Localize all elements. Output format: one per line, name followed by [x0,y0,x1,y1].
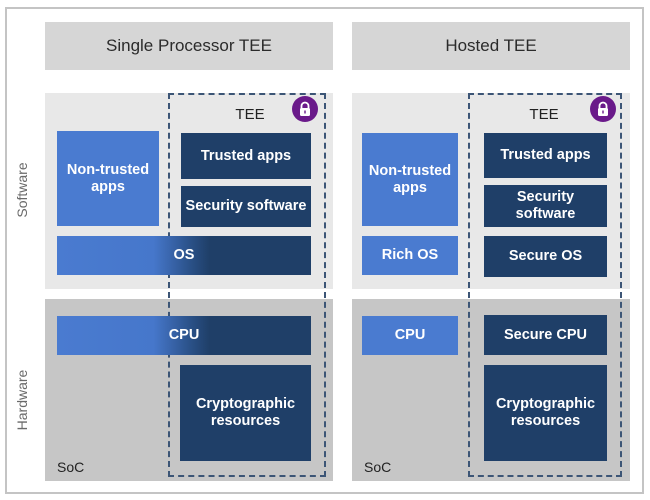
right-non-trusted-apps: Non-trusted apps [362,133,458,226]
left-non-trusted-apps: Non-trusted apps [57,131,159,226]
single-processor-tee-header: Single Processor TEE [45,22,333,70]
left-cpu: CPU [57,316,311,355]
lock-icon [292,96,318,122]
hosted-tee-header: Hosted TEE [352,22,630,70]
right-soc-label: SoC [364,459,392,475]
lock-icon [590,96,616,122]
left-trusted-apps: Trusted apps [181,133,311,179]
right-tee-label: TEE [529,106,559,123]
right-cpu: CPU [362,316,458,355]
right-secure-os: Secure OS [484,236,607,277]
right-security-software: Security software [484,185,607,227]
left-soc-label: SoC [57,459,85,475]
software-label: Software [14,162,30,218]
right-trusted-apps: Trusted apps [484,133,607,178]
left-cryptographic-resources: Cryptographic resources [180,365,311,461]
hardware-label: Hardware [14,369,30,431]
left-security-software: Security software [181,186,311,227]
lock-glyph [598,101,608,116]
right-rich-os: Rich OS [362,236,458,275]
left-os: OS [57,236,311,275]
right-secure-cpu: Secure CPU [484,315,607,355]
left-tee-label: TEE [235,106,265,123]
lock-glyph [300,101,310,116]
right-cryptographic-resources: Cryptographic resources [484,365,607,461]
